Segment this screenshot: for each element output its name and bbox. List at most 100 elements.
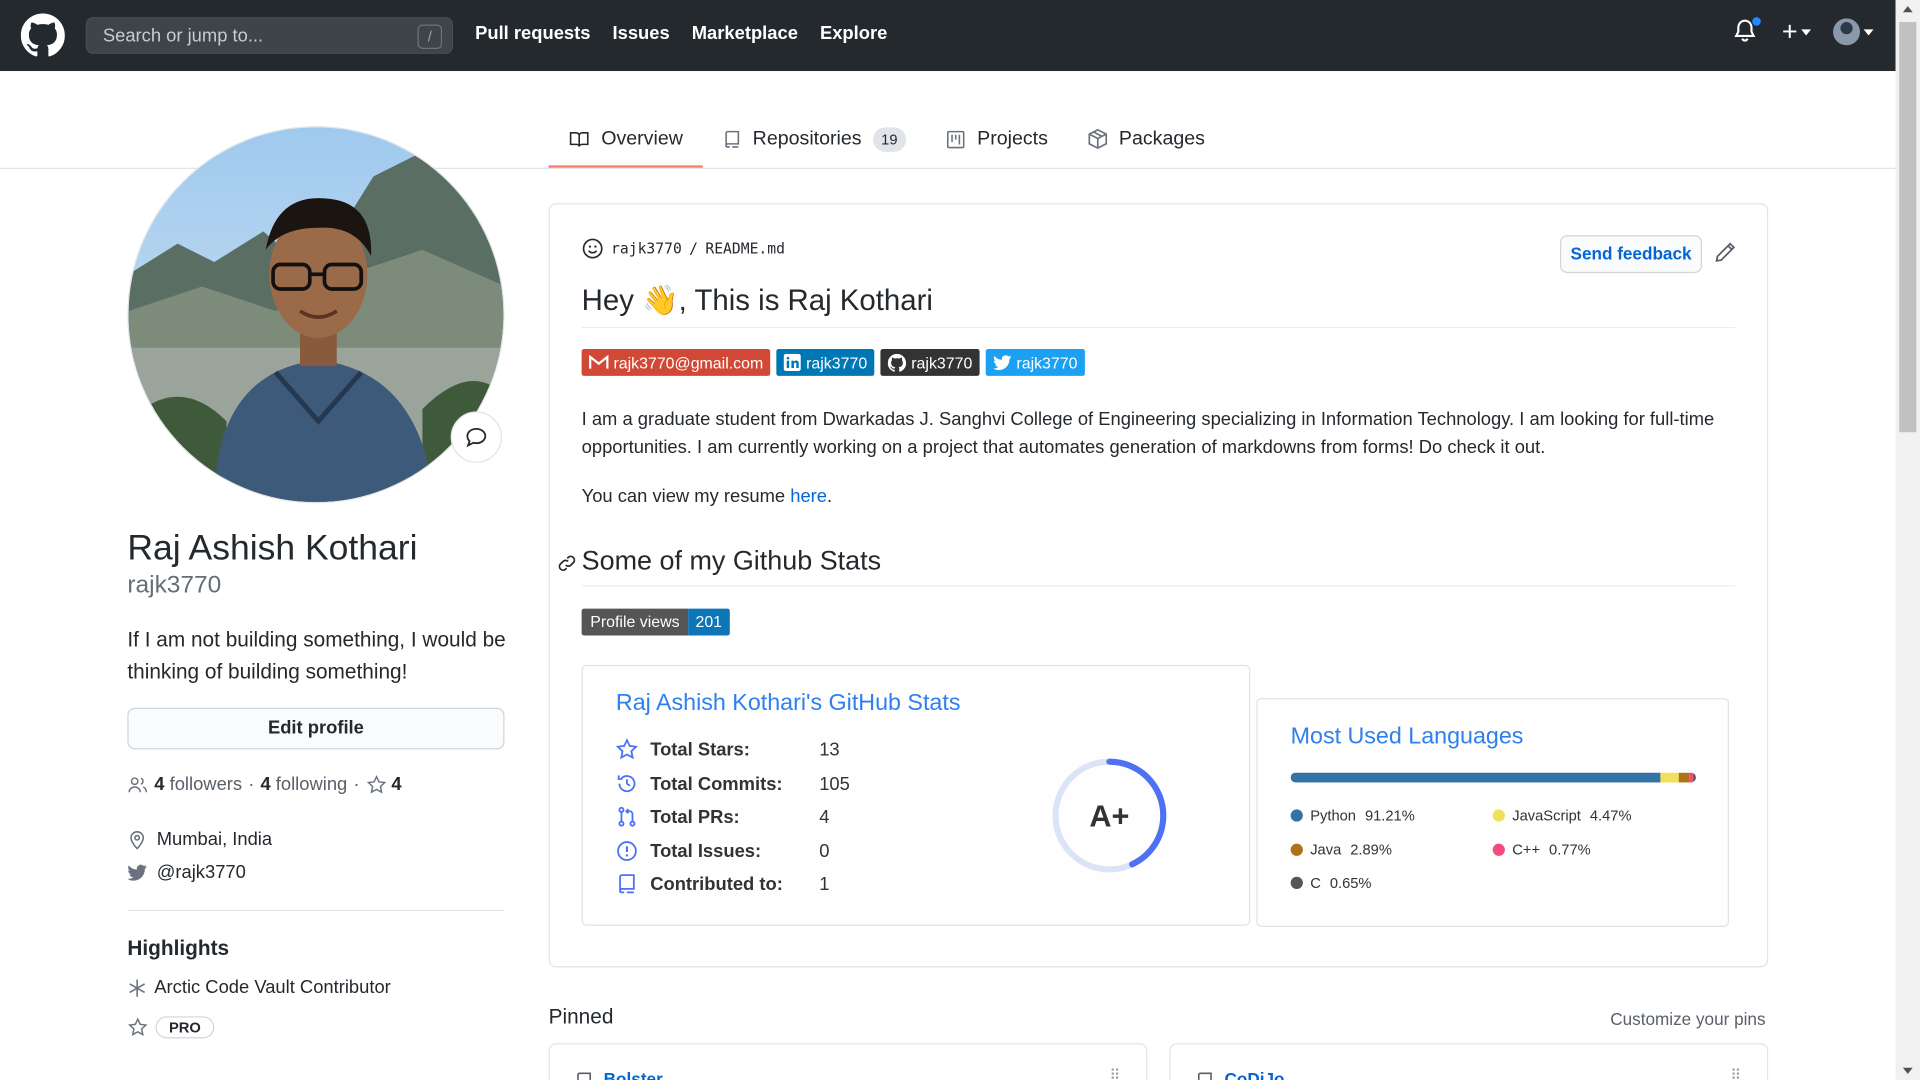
repo-icon <box>577 1072 592 1080</box>
linkedin-badge[interactable]: rajk3770 <box>776 348 875 376</box>
profile-bio: If I am not building something, I would … <box>127 628 506 684</box>
repo-icon <box>724 130 739 148</box>
tab-packages-label: Packages <box>1118 127 1205 149</box>
languages-card-title: Most Used Languages <box>1290 723 1524 750</box>
star-icon <box>128 1017 148 1036</box>
scrollbar-thumb[interactable] <box>1899 22 1917 433</box>
language-percent: 4.47% <box>1585 806 1632 825</box>
create-new-button[interactable]: + <box>1781 15 1812 47</box>
smiley-icon <box>582 238 603 259</box>
send-feedback-button[interactable]: Send feedback <box>1560 235 1703 274</box>
readme-path-file[interactable]: README.md <box>705 240 785 257</box>
anchor-link-icon[interactable] <box>557 553 577 573</box>
tab-repositories[interactable]: Repositories 19 <box>702 110 925 168</box>
snowflake-icon <box>129 978 146 997</box>
project-icon <box>946 130 965 148</box>
resume-text: You can view my resume <box>581 486 791 507</box>
waving-hand-emoji: 👋 <box>642 284 679 318</box>
github-logo-icon[interactable] <box>20 13 65 57</box>
readme-path: rajk3770 / README.md <box>582 238 785 260</box>
highlight-arctic-vault-label: Arctic Code Vault Contributor <box>154 977 391 998</box>
stat-total-prs: Total PRs: 4 <box>616 806 829 828</box>
language-name: Python <box>1310 806 1356 825</box>
github-badge[interactable]: rajk3770 <box>880 348 980 376</box>
nav-marketplace[interactable]: Marketplace <box>692 23 798 44</box>
scroll-up-arrow-icon[interactable] <box>1902 6 1913 13</box>
pinned-repo-name[interactable]: Bolster <box>604 1069 663 1080</box>
heading-divider <box>581 326 1736 329</box>
pencil-icon[interactable] <box>1714 241 1736 263</box>
readme-path-user[interactable]: rajk3770 <box>611 240 682 257</box>
language-c: C 0.65% <box>1290 874 1371 891</box>
notification-dot <box>1751 15 1763 27</box>
contact-badges: rajk3770@gmail.com rajk3770 rajk3770 raj… <box>581 348 1085 376</box>
language-color-dot <box>1290 843 1303 856</box>
github-icon <box>887 353 907 372</box>
nav-pull-requests[interactable]: Pull requests <box>475 23 590 44</box>
star-icon <box>615 738 638 760</box>
following-link[interactable]: 4 following <box>260 774 347 795</box>
profile-tabs: Overview Repositories 19 Projects Packag… <box>548 110 1225 168</box>
following-count: 4 <box>260 773 271 795</box>
language-name: JavaScript <box>1512 806 1581 825</box>
nav-explore[interactable]: Explore <box>820 23 887 44</box>
tab-overview[interactable]: Overview <box>548 110 703 168</box>
location-text: Mumbai, India <box>156 828 273 850</box>
pinned-repo-card[interactable]: Bolster ⠿ <box>548 1043 1148 1080</box>
notifications-button[interactable] <box>1733 15 1763 46</box>
user-menu-button[interactable] <box>1833 18 1874 46</box>
scroll-down-arrow-icon[interactable] <box>1902 1067 1913 1074</box>
profile-views-value: 201 <box>688 608 730 636</box>
language-color-dot <box>1492 843 1505 856</box>
github-badge-label: rajk3770 <box>911 353 973 372</box>
pinned-repo-name[interactable]: CoDiJo <box>1225 1069 1285 1080</box>
edit-profile-button[interactable]: Edit profile <box>127 707 505 750</box>
followers-link[interactable]: 4 followers <box>154 774 242 795</box>
user-avatar-small <box>1833 18 1861 46</box>
gmail-icon <box>589 355 609 369</box>
top-header: Search or jump to... / Pull requests Iss… <box>0 0 1896 72</box>
nav-issues[interactable]: Issues <box>612 23 669 44</box>
tab-repositories-label: Repositories <box>752 127 862 149</box>
language-color-dot <box>1492 809 1505 822</box>
profile-avatar[interactable] <box>127 126 505 504</box>
language-name: C++ <box>1512 841 1541 859</box>
language-color-dot <box>1290 809 1303 822</box>
top-languages-card[interactable]: Most Used Languages Python 91.21% JavaSc… <box>1256 697 1729 927</box>
gmail-badge[interactable]: rajk3770@gmail.com <box>581 348 771 376</box>
profile-twitter[interactable]: @rajk3770 <box>127 862 246 883</box>
languages-bar <box>1290 772 1696 783</box>
highlight-arctic-vault[interactable]: Arctic Code Vault Contributor <box>127 977 391 998</box>
github-stats-card[interactable]: Raj Ashish Kothari's GitHub Stats Total … <box>581 664 1251 926</box>
stat-total-stars: Total Stars: 13 <box>615 738 840 760</box>
language-color-dot <box>1290 876 1303 889</box>
gmail-badge-label: rajk3770@gmail.com <box>613 353 764 372</box>
page-scrollbar[interactable] <box>1895 0 1920 1080</box>
tab-packages[interactable]: Packages <box>1067 110 1224 168</box>
caret-down-icon <box>1801 28 1812 35</box>
language-python: Python 91.21% <box>1290 806 1415 825</box>
drag-handle-icon[interactable]: ⠿ <box>1110 1067 1122 1080</box>
language-java: Java 2.89% <box>1290 841 1392 858</box>
pinned-repo-card[interactable]: CoDiJo ⠿ <box>1169 1043 1769 1080</box>
avatar-photo <box>128 127 504 503</box>
twitter-icon <box>993 354 1012 370</box>
repo-icon <box>1197 1072 1212 1080</box>
drag-handle-icon[interactable]: ⠿ <box>1730 1067 1742 1080</box>
repositories-count: 19 <box>872 126 907 152</box>
tab-projects[interactable]: Projects <box>926 110 1068 168</box>
stat-label: Total Commits: <box>650 773 783 795</box>
search-shortcut-key: / <box>417 24 443 49</box>
stars-count: 4 <box>391 773 402 795</box>
search-input[interactable]: Search or jump to... / <box>85 17 454 54</box>
resume-link[interactable]: here <box>790 486 827 507</box>
customize-pins-link[interactable]: Customize your pins <box>1610 1009 1765 1029</box>
stats-heading-divider <box>581 585 1736 587</box>
stat-label: Contributed to: <box>650 873 783 895</box>
readme-intro: I am a graduate student from Dwarkadas J… <box>581 408 1715 458</box>
stars-link[interactable]: 4 <box>366 774 402 795</box>
language-percent: 0.77% <box>1544 841 1591 859</box>
plus-icon: + <box>1781 15 1798 47</box>
twitter-badge[interactable]: rajk3770 <box>985 348 1085 376</box>
set-status-button[interactable] <box>450 411 503 463</box>
